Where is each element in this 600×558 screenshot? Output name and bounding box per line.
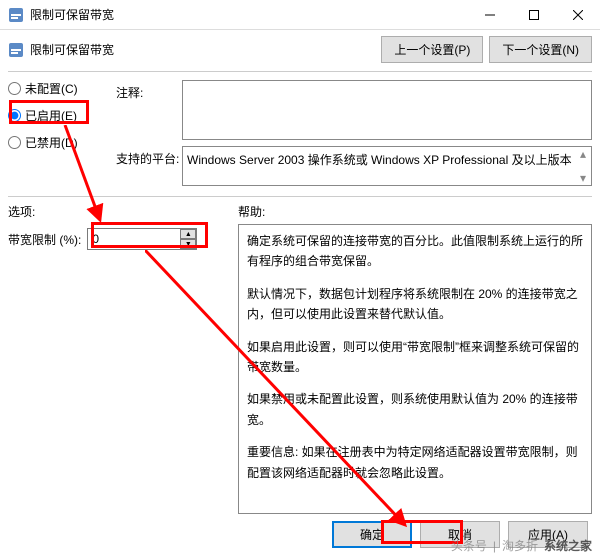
supported-platforms-box: Windows Server 2003 操作系统或 Windows XP Pro… <box>182 146 592 186</box>
divider <box>8 196 592 197</box>
close-button[interactable] <box>556 0 600 29</box>
spin-up-button[interactable]: ▲ <box>180 229 196 239</box>
help-box: 确定系统可保留的连接带宽的百分比。此值限制系统上运行的所有程序的组合带宽保留。 … <box>238 224 592 514</box>
previous-setting-button[interactable]: 上一个设置(P) <box>381 36 483 63</box>
window-title: 限制可保留带宽 <box>30 6 468 23</box>
spin-down-button[interactable]: ▼ <box>180 239 196 249</box>
options-label: 选项: <box>8 203 238 220</box>
ok-button[interactable]: 确定 <box>332 521 412 548</box>
maximize-button[interactable] <box>512 0 556 29</box>
radio-label: 已启用(E) <box>25 107 77 124</box>
help-paragraph: 确定系统可保留的连接带宽的百分比。此值限制系统上运行的所有程序的组合带宽保留。 <box>247 231 583 272</box>
radio-label: 未配置(C) <box>25 80 78 97</box>
help-label: 帮助: <box>238 203 592 220</box>
platforms-label: 支持的平台: <box>116 146 182 186</box>
divider <box>8 71 592 72</box>
radio-enabled[interactable]: 已启用(E) <box>8 107 116 124</box>
bandwidth-label: 带宽限制 (%): <box>8 231 81 248</box>
scrollbar[interactable]: ▴▾ <box>575 147 591 185</box>
subheader: 限制可保留带宽 上一个设置(P) 下一个设置(N) <box>0 30 600 69</box>
radio-not-configured[interactable]: 未配置(C) <box>8 80 116 97</box>
app-icon <box>8 7 24 23</box>
help-paragraph: 默认情况下，数据包计划程序将系统限制在 20% 的连接带宽之内，但可以使用此设置… <box>247 284 583 325</box>
help-paragraph: 如果禁用或未配置此设置，则系统使用默认值为 20% 的连接带宽。 <box>247 389 583 430</box>
minimize-button[interactable] <box>468 0 512 29</box>
policy-title: 限制可保留带宽 <box>30 41 375 58</box>
options-pane: 带宽限制 (%): ▲ ▼ <box>8 224 238 514</box>
policy-icon <box>8 42 24 58</box>
radio-group: 未配置(C) 已启用(E) 已禁用(D) <box>8 80 116 192</box>
watermark: 头条号|淘多折 系统之家 <box>451 537 592 554</box>
platforms-text: Windows Server 2003 操作系统或 Windows XP Pro… <box>187 153 572 167</box>
help-paragraph: 重要信息: 如果在注册表中为特定网络适配器设置带宽限制，则配置该网络适配器时就会… <box>247 442 583 483</box>
comment-textarea[interactable] <box>182 80 592 140</box>
comment-label: 注释: <box>116 80 182 140</box>
next-setting-button[interactable]: 下一个设置(N) <box>489 36 592 63</box>
radio-label: 已禁用(D) <box>25 134 78 151</box>
radio-disabled[interactable]: 已禁用(D) <box>8 134 116 151</box>
titlebar: 限制可保留带宽 <box>0 0 600 30</box>
help-paragraph: 如果启用此设置，则可以使用“带宽限制”框来调整系统可保留的带宽数量。 <box>247 337 583 378</box>
